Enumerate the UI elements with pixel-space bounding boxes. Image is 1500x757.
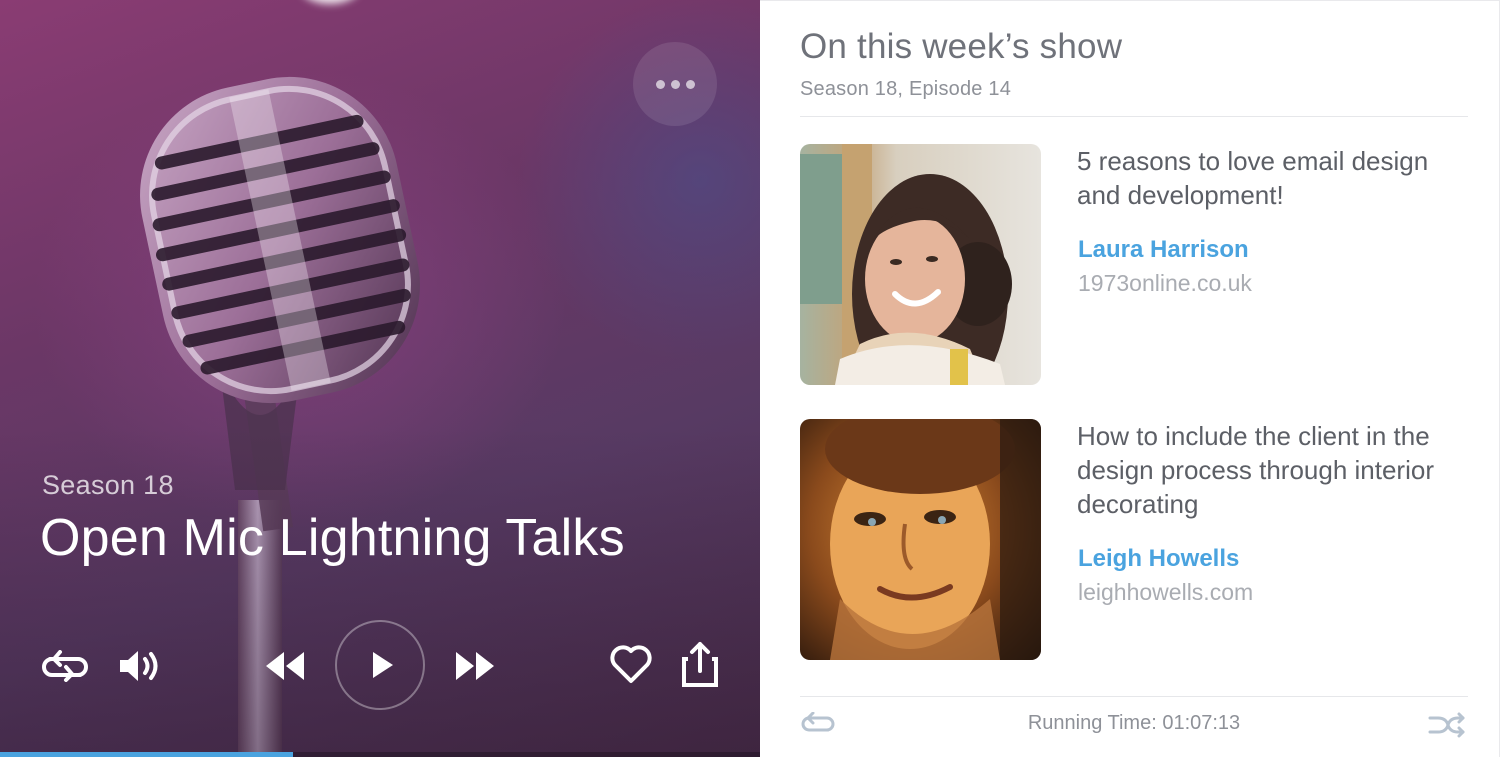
volume-button[interactable] <box>118 647 164 685</box>
speaker-website-link[interactable]: leighhowells.com <box>1078 579 1253 606</box>
talk-title: How to include the client in the design … <box>1077 421 1434 519</box>
speaker-name-link[interactable]: Leigh Howells <box>1078 545 1239 573</box>
speaker-photo <box>800 419 1041 660</box>
running-time: Running Time: 01:07:13 <box>1027 712 1241 734</box>
panel-heading: On this week’s show <box>800 27 1123 66</box>
talk-item[interactable]: 5 reasons to love email design and devel… <box>800 144 1468 386</box>
talk-item[interactable]: How to include the client in the design … <box>800 419 1468 661</box>
fast-forward-icon <box>456 652 494 680</box>
play-button[interactable] <box>335 620 425 710</box>
episode-details-panel: On this week’s show Season 18, Episode 1… <box>760 0 1500 757</box>
play-icon <box>373 652 393 678</box>
progress-fill <box>0 752 293 757</box>
divider <box>800 116 1468 117</box>
speaker-photo-image <box>800 144 1041 385</box>
heart-icon <box>610 645 652 683</box>
episode-label: Season 18, Episode 14 <box>800 78 1012 100</box>
fast-forward-button[interactable] <box>454 650 496 682</box>
stage-light <box>300 0 360 4</box>
repeat-icon <box>41 650 89 682</box>
speaker-photo <box>800 144 1041 385</box>
player-controls <box>0 615 760 715</box>
talk-title: 5 reasons to love email design and devel… <box>1077 146 1429 210</box>
panel-footer: Running Time: 01:07:13 <box>800 698 1468 753</box>
volume-icon <box>120 651 158 681</box>
season-label: Season 18 <box>42 470 174 500</box>
speaker-website-link[interactable]: 1973online.co.uk <box>1078 270 1252 297</box>
rewind-button[interactable] <box>264 650 306 682</box>
episode-title: Open Mic Lightning Talks <box>40 509 625 567</box>
shuffle-button[interactable] <box>1428 712 1466 743</box>
rewind-icon <box>266 652 304 680</box>
more-dots-icon-dot <box>670 79 680 89</box>
shuffle-icon <box>1428 712 1465 738</box>
favorite-button[interactable] <box>610 645 652 685</box>
speaker-name-link[interactable]: Laura Harrison <box>1078 236 1249 264</box>
more-dots-icon-dot <box>685 79 695 89</box>
progress-bar[interactable] <box>0 752 760 757</box>
share-icon <box>682 642 718 687</box>
divider <box>800 696 1468 697</box>
share-button[interactable] <box>682 641 718 687</box>
now-playing-panel: Season 18 Open Mic Lightning Talks <box>0 0 760 757</box>
speaker-photo-image <box>800 419 1041 660</box>
more-options-button[interactable] <box>633 42 717 126</box>
more-dots-icon <box>655 79 665 89</box>
repeat-button[interactable] <box>40 650 90 682</box>
